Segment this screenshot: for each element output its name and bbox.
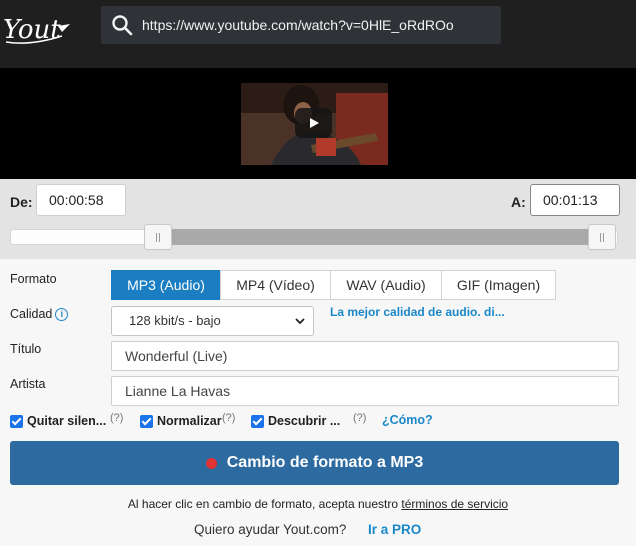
format-label: Formato [10, 272, 57, 286]
play-button[interactable] [295, 108, 332, 138]
search-icon [112, 15, 133, 36]
info-icon[interactable]: i [55, 308, 69, 321]
end-time-input[interactable] [530, 184, 620, 216]
trim-slider-range [158, 229, 601, 245]
top-bar: Yout [0, 0, 636, 68]
yout-logo[interactable]: Yout [0, 6, 80, 50]
title-field[interactable]: Wonderful (Live) [111, 341, 619, 371]
svg-text:Yout: Yout [3, 15, 61, 45]
trim-start-handle[interactable] [144, 224, 172, 250]
artist-field[interactable]: Lianne La Havas [111, 376, 619, 406]
discover-help[interactable]: (?) [353, 412, 366, 424]
format-tab-gif[interactable]: GIF (Imagen) [441, 270, 556, 300]
convert-button-label: Cambio de formato a MP3 [226, 454, 424, 471]
trim-end-handle[interactable] [588, 224, 616, 250]
artist-label: Artista [10, 377, 46, 391]
normalize-label: Normalizar [157, 414, 222, 428]
title-label: Título [10, 342, 42, 356]
go-pro-link[interactable]: Ir a PRO [368, 522, 421, 537]
normalize-option[interactable]: Normalizar [140, 412, 222, 430]
how-link[interactable]: ¿Cómo? [382, 413, 433, 427]
chevron-down-icon [295, 318, 305, 325]
terms-prefix: Al hacer clic en cambio de formato, acep… [127, 497, 399, 511]
remove-silence-label: Quitar silen... [27, 414, 107, 428]
url-search-bar[interactable] [101, 6, 501, 44]
quality-select-value: 128 kbit/s - bajo [129, 313, 221, 328]
quality-select[interactable]: 128 kbit/s - bajo [111, 306, 314, 336]
convert-button[interactable]: Cambio de formato a MP3 [10, 441, 619, 485]
remove-silence-help[interactable]: (?) [110, 412, 123, 424]
terms-notice: Al hacer clic en cambio de formato, acep… [0, 497, 636, 511]
remove-silence-checkbox[interactable] [10, 414, 23, 428]
normalize-help[interactable]: (?) [222, 412, 235, 424]
discover-option[interactable]: Descubrir ... [251, 412, 340, 430]
normalize-checkbox[interactable] [140, 414, 153, 428]
format-tab-mp3[interactable]: MP3 (Audio) [111, 270, 221, 300]
url-input[interactable] [142, 6, 492, 44]
start-time-label: De: [10, 194, 33, 210]
end-time-label: A: [511, 194, 526, 210]
play-icon [310, 118, 319, 128]
format-tab-wav[interactable]: WAV (Audio) [330, 270, 442, 300]
record-dot-icon [205, 457, 217, 469]
terms-link[interactable]: términos de servicio [401, 497, 508, 511]
start-time-input[interactable] [36, 184, 126, 216]
quality-label: Calidad [10, 307, 53, 321]
promo-text: Quiero ayudar Yout.com? [194, 522, 347, 537]
format-tabs: MP3 (Audio) MP4 (Vídeo) WAV (Audio) GIF … [111, 270, 556, 300]
discover-label: Descubrir ... [268, 414, 341, 428]
format-tab-mp4[interactable]: MP4 (Vídeo) [220, 270, 331, 300]
discover-checkbox[interactable] [251, 414, 264, 428]
remove-silence-option[interactable]: Quitar silen... [10, 412, 106, 430]
quality-hint-link[interactable]: La mejor calidad de audio. di... [330, 305, 505, 319]
quality-label-wrap: Calidad i [10, 307, 69, 321]
